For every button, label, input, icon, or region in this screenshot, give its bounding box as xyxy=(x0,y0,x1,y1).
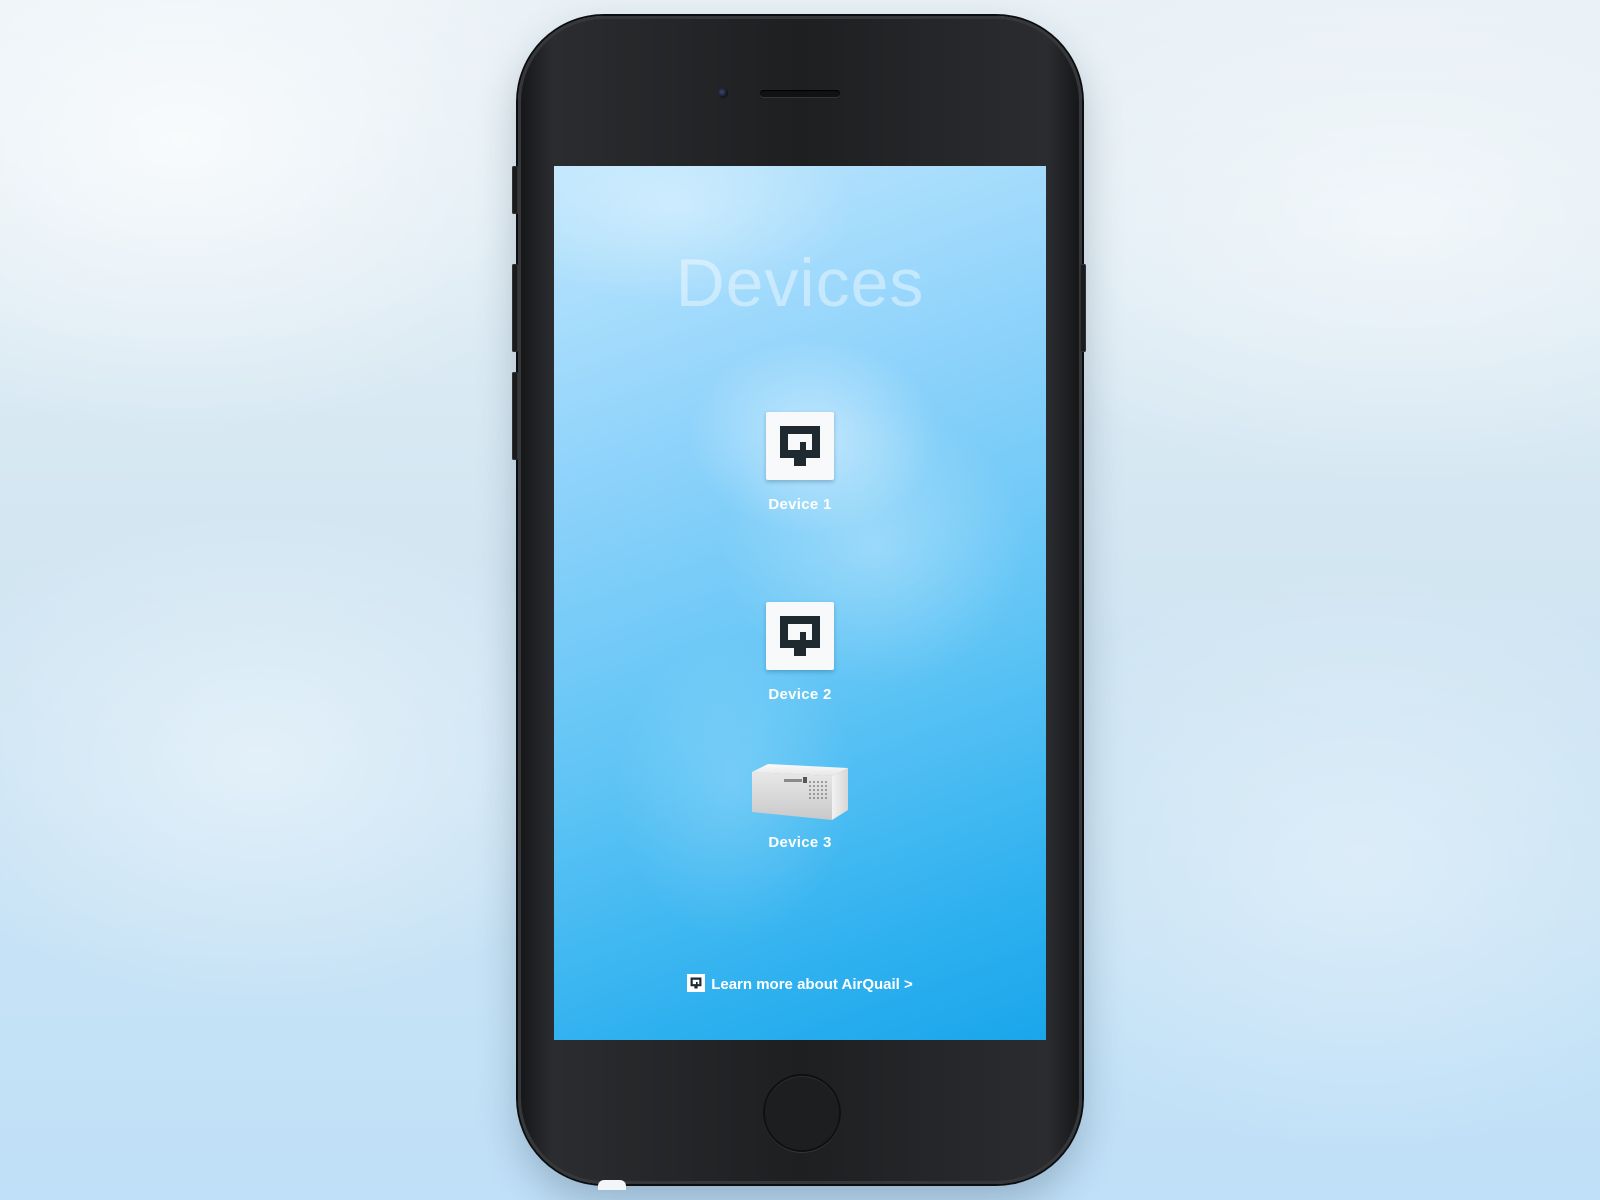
power-button xyxy=(1080,264,1086,352)
device-label: Device 3 xyxy=(768,834,832,851)
device-label: Device 2 xyxy=(768,686,832,703)
page-title: Devices xyxy=(675,245,925,321)
volume-up-button xyxy=(512,264,518,352)
background-highlight xyxy=(598,1180,626,1190)
volume-down-button xyxy=(512,372,518,460)
device-label: Device 1 xyxy=(768,496,832,513)
airquail-logo-icon xyxy=(687,974,706,992)
home-button[interactable] xyxy=(763,1074,841,1152)
mute-switch xyxy=(512,166,518,214)
learn-more-label: Learn more about AirQuail > xyxy=(711,976,913,993)
sensor-box-icon xyxy=(752,764,848,820)
device-item-2[interactable]: Device 2 xyxy=(554,602,1046,703)
device-item-1[interactable]: Device 1 xyxy=(554,412,1046,513)
airquail-logo-icon xyxy=(766,602,834,670)
airquail-logo-icon xyxy=(766,412,834,480)
front-camera xyxy=(718,88,728,98)
device-item-3[interactable]: Device 3 xyxy=(554,762,1046,851)
earpiece-speaker xyxy=(760,90,840,97)
learn-more-link[interactable]: Learn more about AirQuail > xyxy=(554,974,1046,993)
app-screen: Devices Device 1 Device 2 Device 3 Learn… xyxy=(554,166,1046,1040)
